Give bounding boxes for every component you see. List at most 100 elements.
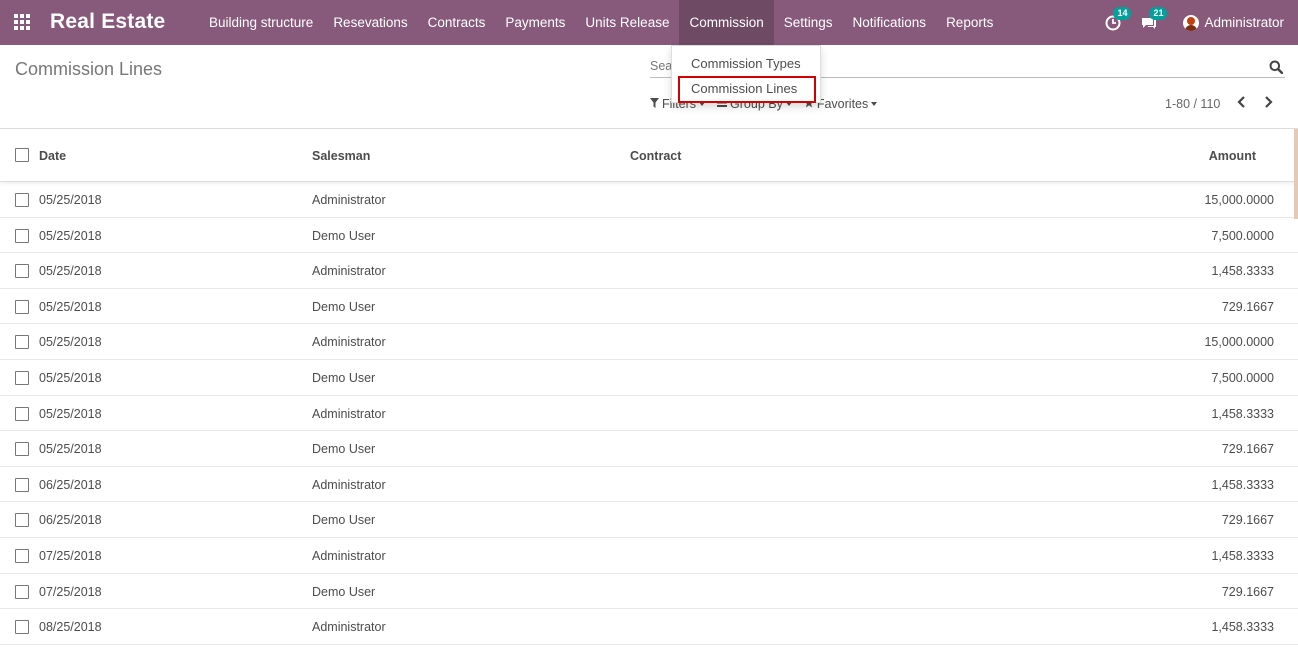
favorites-label: Favorites <box>816 97 869 111</box>
cell-salesman: Administrator <box>312 193 386 207</box>
cell-amount: 1,458.3333 <box>1211 406 1274 421</box>
systray: 14 21 Administrator <box>1105 0 1284 45</box>
row-checkbox[interactable] <box>15 548 29 563</box>
cell-amount: 7,500.0000 <box>1211 370 1274 385</box>
table-row[interactable]: 06/25/2018 Demo User 729.1667 <box>0 502 1298 538</box>
cell-salesman: Administrator <box>312 548 386 563</box>
cell-date: 05/25/2018 <box>39 193 102 207</box>
row-checkbox[interactable] <box>15 228 29 243</box>
table-row[interactable]: 05/25/2018 Demo User 7,500.0000 <box>0 218 1298 254</box>
row-checkbox[interactable] <box>15 299 29 314</box>
menu-item-building-structure[interactable]: Building structure <box>199 0 323 45</box>
table-row[interactable]: 05/25/2018 Administrator 15,000.0000 <box>0 182 1298 218</box>
table-row[interactable]: 06/25/2018 Administrator 1,458.3333 <box>0 467 1298 503</box>
cell-amount: 7,500.0000 <box>1211 228 1274 243</box>
cell-salesman: Administrator <box>312 477 386 492</box>
cell-date: 05/25/2018 <box>39 442 102 457</box>
table-row[interactable]: 08/25/2018 Administrator 1,458.3333 <box>0 609 1298 645</box>
cell-amount: 15,000.0000 <box>1204 193 1274 207</box>
row-checkbox[interactable] <box>15 264 29 279</box>
row-checkbox[interactable] <box>15 406 29 421</box>
table-header: Date Salesman Contract Amount <box>0 129 1298 182</box>
cell-date: 05/25/2018 <box>39 228 102 243</box>
menu-item-commission-types[interactable]: Commission Types <box>691 56 801 71</box>
menu-item-contracts[interactable]: Contracts <box>418 0 496 45</box>
control-panel: Commission Lines Filters Group By Favori… <box>0 45 1298 129</box>
cell-salesman: Administrator <box>312 406 386 421</box>
cell-date: 08/25/2018 <box>39 620 102 635</box>
column-header-salesman[interactable]: Salesman <box>312 149 370 163</box>
table-row[interactable]: 05/25/2018 Administrator 1,458.3333 <box>0 253 1298 289</box>
select-all-checkbox[interactable] <box>15 148 29 162</box>
cell-salesman: Demo User <box>312 299 376 314</box>
commission-dropdown-menu: Commission Types Commission Lines <box>671 45 821 103</box>
menu-item-units-release[interactable]: Units Release <box>575 0 679 45</box>
cell-date: 07/25/2018 <box>39 584 102 599</box>
row-checkbox[interactable] <box>15 335 29 350</box>
menu-item-commission[interactable]: Commission <box>679 0 774 45</box>
cell-amount: 1,458.3333 <box>1211 548 1274 563</box>
cell-amount: 729.1667 <box>1221 584 1274 599</box>
pager-previous-icon[interactable] <box>1236 95 1250 111</box>
cell-salesman: Demo User <box>312 442 376 457</box>
cell-salesman: Demo User <box>312 584 376 599</box>
cell-amount: 729.1667 <box>1221 299 1274 314</box>
cell-date: 06/25/2018 <box>39 477 102 492</box>
table-row[interactable]: 05/25/2018 Demo User 7,500.0000 <box>0 360 1298 396</box>
table-row[interactable]: 05/25/2018 Administrator 1,458.3333 <box>0 396 1298 432</box>
filter-funnel-icon <box>650 97 659 111</box>
table-row[interactable]: 05/25/2018 Demo User 729.1667 <box>0 431 1298 467</box>
pager-next-icon[interactable] <box>1264 95 1278 111</box>
row-checkbox[interactable] <box>15 193 29 207</box>
row-checkbox[interactable] <box>15 620 29 635</box>
pager-value[interactable]: 1-80 / 110 <box>1165 97 1220 111</box>
activity-count-badge: 14 <box>1113 6 1132 20</box>
menu-item-resevations[interactable]: Resevations <box>323 0 417 45</box>
cell-salesman: Administrator <box>312 335 386 350</box>
chevron-down-icon <box>871 102 878 106</box>
top-navbar: Real Estate Building structure Resevation… <box>0 0 1298 45</box>
cell-date: 05/25/2018 <box>39 370 102 385</box>
cell-date: 05/25/2018 <box>39 299 102 314</box>
cell-amount: 729.1667 <box>1221 442 1274 457</box>
cell-salesman: Demo User <box>312 228 376 243</box>
column-header-date[interactable]: Date <box>39 149 66 163</box>
menu-item-payments[interactable]: Payments <box>495 0 575 45</box>
menu-item-commission-lines[interactable]: Commission Lines <box>691 81 797 96</box>
messages-chat-icon[interactable]: 21 <box>1141 6 1168 31</box>
user-name: Administrator <box>1204 15 1284 30</box>
menu-item-settings[interactable]: Settings <box>774 0 843 45</box>
cell-date: 07/25/2018 <box>39 548 102 563</box>
table-row[interactable]: 05/25/2018 Administrator 15,000.0000 <box>0 324 1298 360</box>
cell-amount: 729.1667 <box>1221 513 1274 528</box>
list-table: Date Salesman Contract Amount 05/25/2018… <box>0 129 1298 645</box>
row-checkbox[interactable] <box>15 513 29 528</box>
apps-grid-icon[interactable] <box>14 14 32 30</box>
menu-item-reports[interactable]: Reports <box>936 0 1003 45</box>
cell-date: 05/25/2018 <box>39 264 102 279</box>
cell-date: 05/25/2018 <box>39 406 102 421</box>
table-row[interactable]: 05/25/2018 Demo User 729.1667 <box>0 289 1298 325</box>
activity-clock-icon[interactable]: 14 <box>1105 6 1132 31</box>
menu-item-notifications[interactable]: Notifications <box>843 0 937 45</box>
row-checkbox[interactable] <box>15 584 29 599</box>
row-checkbox[interactable] <box>15 477 29 492</box>
table-row[interactable]: 07/25/2018 Demo User 729.1667 <box>0 574 1298 610</box>
main-menu: Building structure Resevations Contracts Pa… <box>199 0 1003 45</box>
cell-salesman: Administrator <box>312 620 386 635</box>
user-menu[interactable]: Administrator <box>1183 14 1284 31</box>
app-brand[interactable]: Real Estate <box>50 10 165 34</box>
cell-salesman: Demo User <box>312 370 376 385</box>
cell-salesman: Demo User <box>312 513 376 528</box>
row-checkbox[interactable] <box>15 370 29 385</box>
row-checkbox[interactable] <box>15 442 29 457</box>
table-body: 05/25/2018 Administrator 15,000.0000 05/25/… <box>0 182 1298 645</box>
cell-salesman: Administrator <box>312 264 386 279</box>
search-icon[interactable] <box>1269 60 1284 75</box>
table-row[interactable]: 07/25/2018 Administrator 1,458.3333 <box>0 538 1298 574</box>
cell-amount: 1,458.3333 <box>1211 477 1274 492</box>
column-header-amount[interactable]: Amount <box>1209 149 1256 163</box>
column-header-contract[interactable]: Contract <box>630 149 681 163</box>
scrollbar[interactable] <box>1294 129 1298 219</box>
cell-amount: 15,000.0000 <box>1204 335 1274 350</box>
